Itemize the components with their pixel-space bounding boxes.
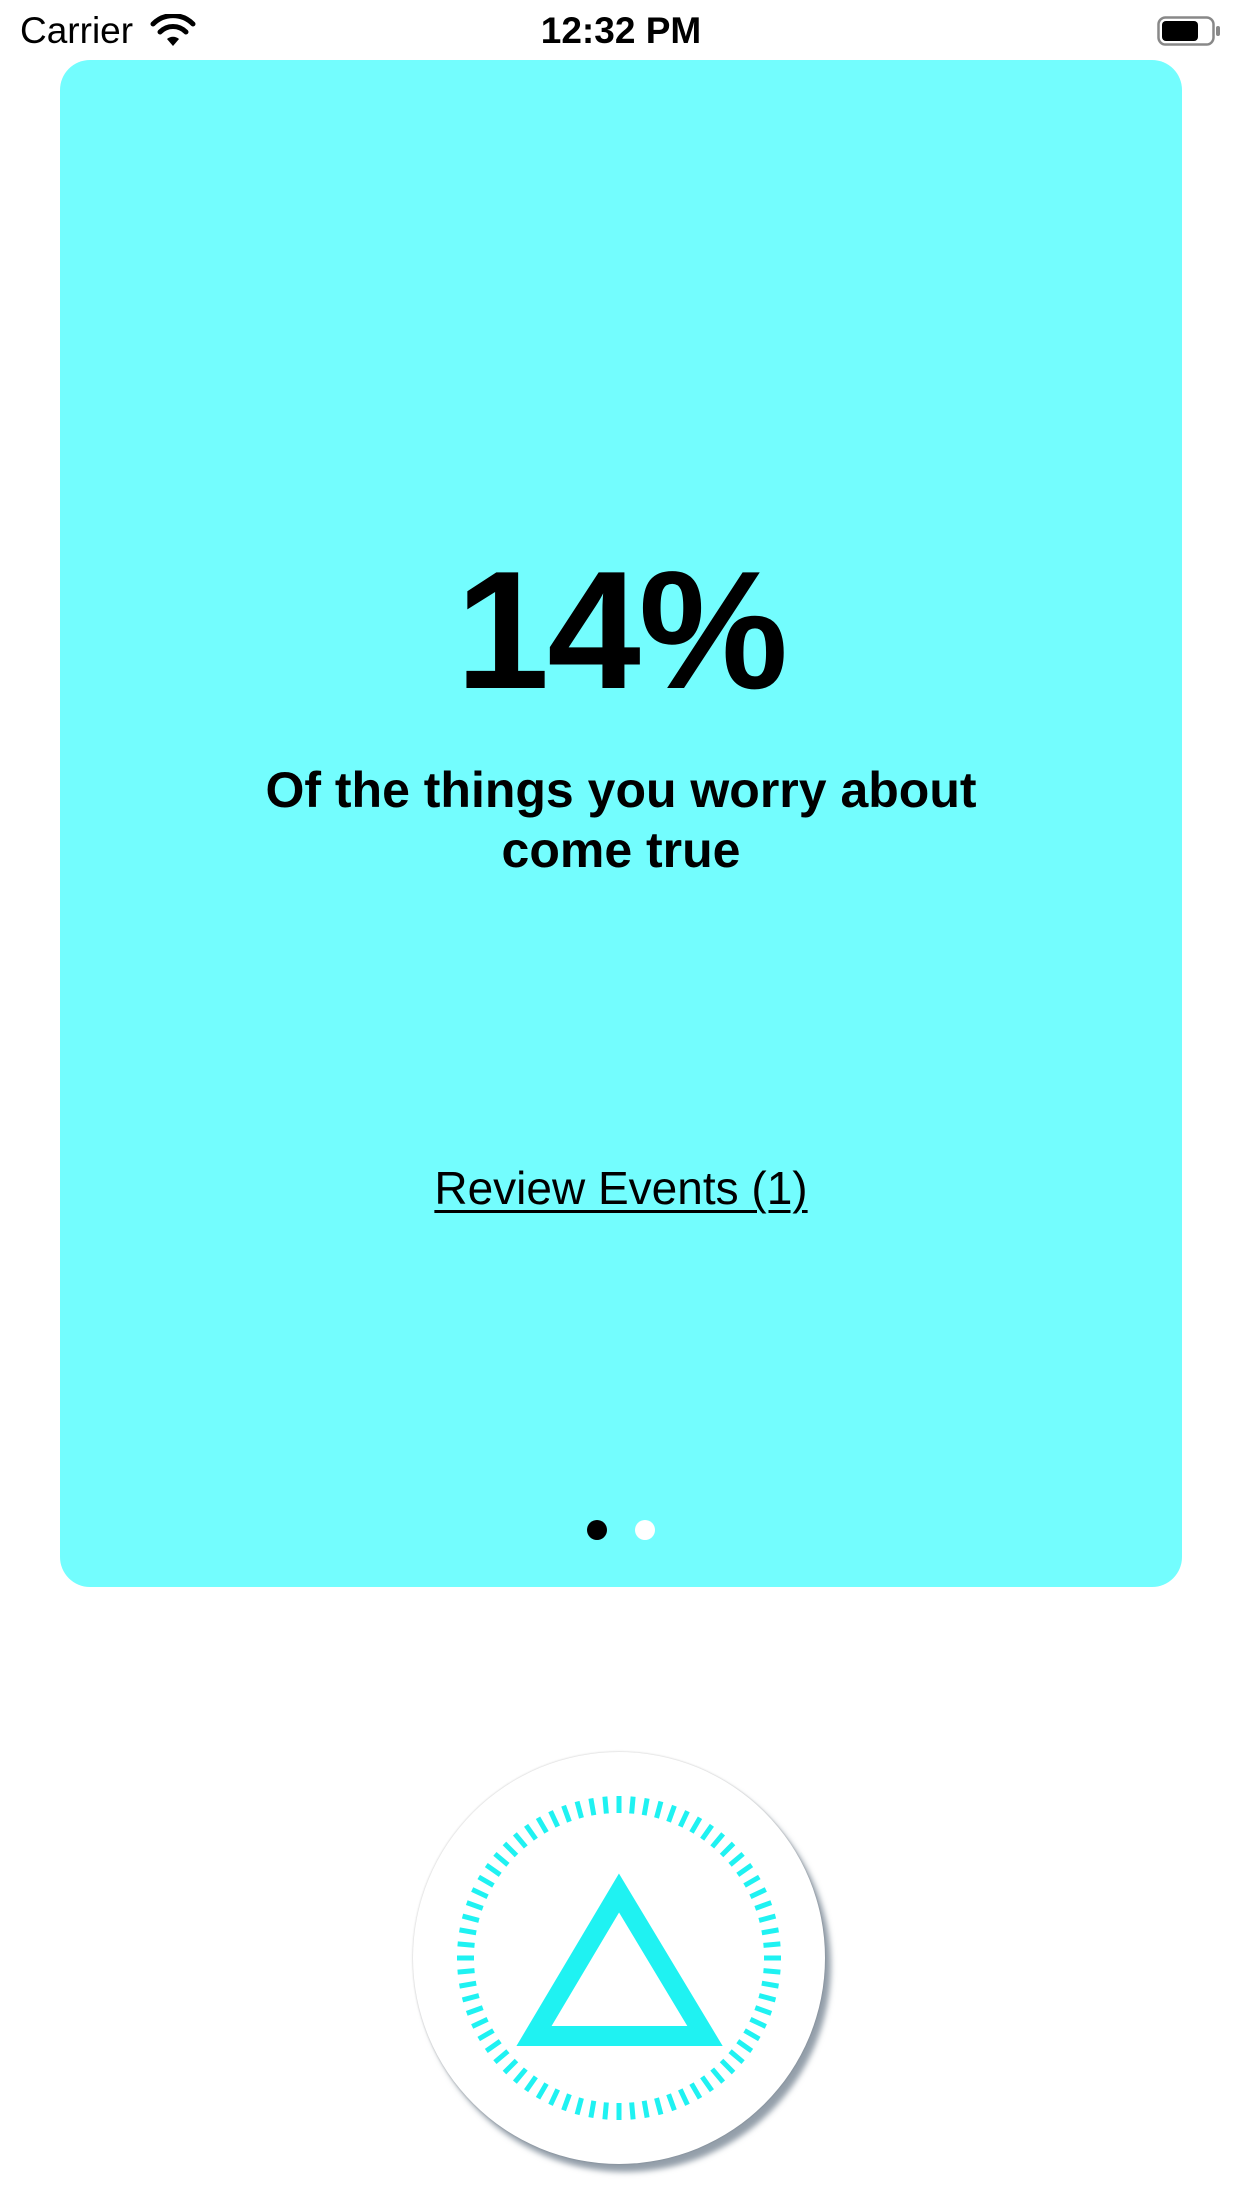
ring-tick	[484, 2039, 502, 2053]
stat-value: 14%	[455, 536, 788, 724]
ring-tick	[588, 1798, 597, 1816]
ring-tick	[561, 1804, 572, 1823]
ring-tick	[719, 2058, 736, 2075]
dashed-ring	[457, 1796, 781, 2120]
ring-tick	[629, 1796, 636, 1814]
ring-tick	[493, 2049, 510, 2065]
ring-tick	[471, 1887, 489, 1899]
battery-icon	[1157, 16, 1220, 46]
stat-card[interactable]: 14% Of the things you worry about come t…	[60, 60, 1182, 1587]
page-dot-2[interactable]	[635, 1520, 656, 1540]
ring-tick	[561, 2093, 572, 2112]
ring-tick	[524, 2075, 538, 2093]
ring-tick	[512, 1832, 528, 1849]
page-indicator[interactable]	[60, 1520, 1182, 1544]
ring-tick	[710, 1832, 726, 1849]
ring-tick	[700, 2075, 714, 2093]
ring-tick	[710, 2067, 726, 2084]
ring-tick	[736, 2039, 754, 2053]
ring-tick	[736, 1863, 754, 1877]
ring-tick	[728, 2049, 745, 2065]
ring-tick	[641, 2100, 650, 2118]
stat-caption-line-1: Of the things you worry about	[265, 762, 977, 818]
ring-tick	[502, 2058, 519, 2075]
ring-tick	[761, 1980, 779, 1989]
ring-tick	[719, 1841, 736, 1858]
ring-tick	[588, 2100, 597, 2118]
ring-tick	[678, 2088, 690, 2106]
ring-tick	[512, 2067, 528, 2084]
stat-caption: Of the things you worry about come true	[60, 760, 1182, 880]
ring-tick	[763, 1941, 781, 1948]
ring-tick	[666, 1804, 677, 1823]
ring-tick	[654, 1800, 664, 1819]
ring-tick	[629, 2102, 636, 2120]
ring-tick	[743, 1874, 761, 1888]
ring-tick	[535, 2082, 549, 2100]
ring-tick	[574, 2097, 584, 2116]
ring-tick	[461, 1913, 480, 1923]
review-events-link[interactable]: Review Events (1)	[434, 1162, 807, 1214]
ring-tick	[749, 1887, 767, 1899]
ring-tick	[761, 1927, 779, 1936]
ring-tick	[689, 1816, 703, 1834]
ring-tick	[459, 1980, 477, 1989]
record-worry-button[interactable]	[413, 1752, 825, 2164]
ring-tick	[465, 2005, 484, 2016]
ring-tick	[641, 1798, 650, 1816]
ring-tick	[754, 2005, 773, 2016]
ring-tick	[459, 1927, 477, 1936]
ring-tick	[465, 1900, 484, 1911]
ring-tick	[689, 2082, 703, 2100]
ring-tick	[758, 1993, 777, 2003]
ring-tick	[602, 2102, 609, 2120]
ring-tick	[471, 2017, 489, 2029]
stat-caption-line-2: come true	[501, 822, 741, 878]
ring-tick	[457, 1968, 475, 1975]
ring-tick	[548, 2088, 560, 2106]
ring-tick	[763, 1968, 781, 1975]
status-bar: Carrier 12:32 PM	[0, 0, 1242, 60]
ring-tick	[535, 1816, 549, 1834]
ring-tick	[678, 1810, 690, 1828]
ring-tick	[758, 1913, 777, 1923]
ring-tick	[548, 1810, 560, 1828]
triangle-icon	[516, 1873, 723, 2046]
ring-tick	[484, 1863, 502, 1877]
ring-tick	[654, 2097, 664, 2116]
ring-tick	[477, 2028, 495, 2042]
ring-tick	[666, 2093, 677, 2112]
ring-tick	[457, 1941, 475, 1948]
ring-tick	[700, 1823, 714, 1841]
page-dot-1[interactable]	[586, 1520, 607, 1540]
ring-tick	[728, 1851, 745, 1867]
button-graphic	[457, 1796, 781, 2120]
ring-tick	[749, 2017, 767, 2029]
ring-tick	[602, 1796, 609, 1814]
ring-tick	[754, 1900, 773, 1911]
review-events-link-container: Review Events (1)	[60, 1160, 1182, 1216]
ring-tick	[461, 1993, 480, 2003]
ring-tick	[524, 1823, 538, 1841]
ring-tick	[477, 1874, 495, 1888]
status-time: 12:32 PM	[540, 10, 702, 51]
ring-tick	[574, 1800, 584, 1819]
ring-tick	[743, 2028, 761, 2042]
ring-tick	[493, 1851, 510, 1867]
ring-tick	[502, 1841, 519, 1858]
